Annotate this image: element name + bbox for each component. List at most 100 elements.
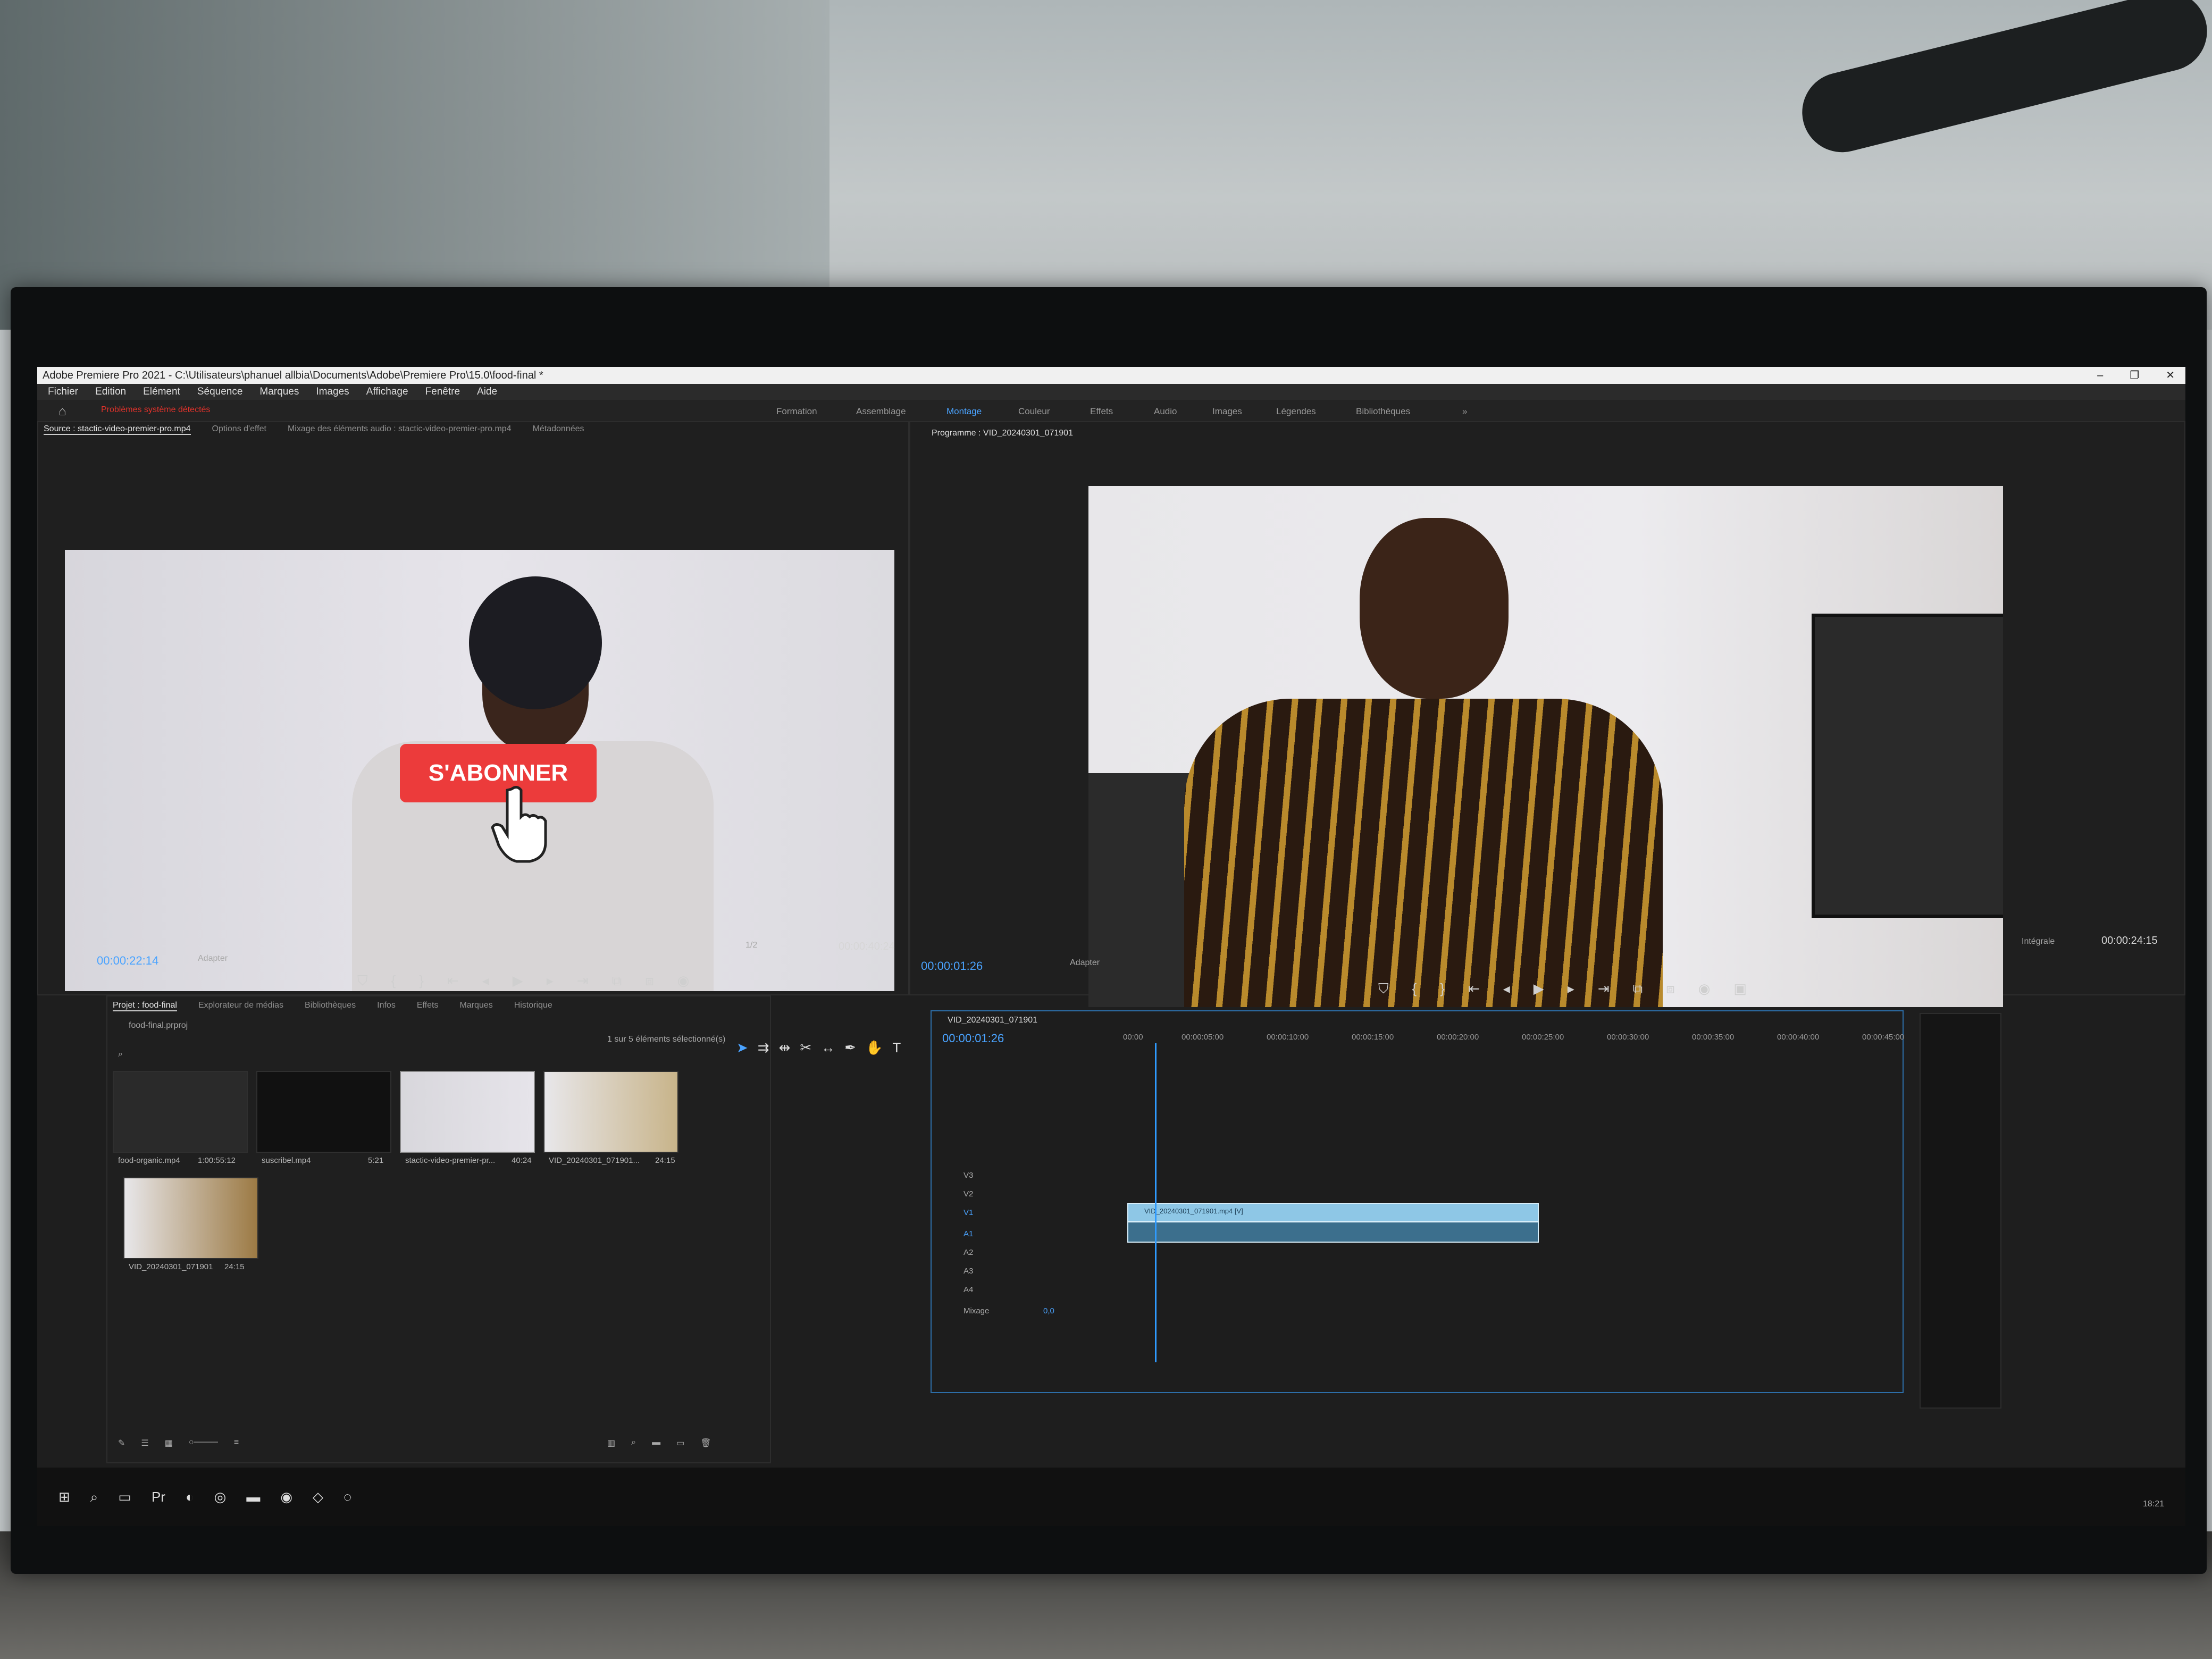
source-resolution-dropdown[interactable]: 1/2 — [745, 941, 757, 950]
workspace-tab-assemblage[interactable]: Assemblage — [856, 406, 906, 417]
menu-marques[interactable]: Marques — [259, 384, 299, 400]
zoom-slider[interactable]: ○──── — [189, 1438, 218, 1448]
close-icon[interactable]: ✕ — [2166, 367, 2175, 384]
tab-media-browser[interactable]: Explorateur de médias — [198, 1001, 283, 1011]
go-to-in-icon[interactable]: ⇤ — [447, 973, 459, 990]
pencil-icon[interactable]: ✎ — [118, 1438, 125, 1448]
system-warning[interactable]: Problèmes système détectés — [101, 405, 210, 415]
workspace-tab-effets[interactable]: Effets — [1090, 406, 1113, 417]
track-v2[interactable]: V2 — [963, 1189, 973, 1199]
menu-element[interactable]: Elément — [143, 384, 180, 400]
vscode-icon[interactable]: ◇ — [313, 1489, 323, 1506]
program-fit-dropdown[interactable]: Adapter — [1070, 958, 1100, 968]
ripple-edit-tool-icon[interactable]: ⇹ — [779, 1040, 791, 1056]
step-back-icon[interactable]: ◂ — [482, 973, 489, 990]
menu-sequence[interactable]: Séquence — [197, 384, 243, 400]
track-a4[interactable]: A4 — [963, 1285, 973, 1294]
tab-source[interactable]: Source : stactic-video-premier-pro.mp4 — [44, 424, 191, 435]
program-marker-icon[interactable]: ⛉ — [1378, 981, 1389, 998]
tab-markers[interactable]: Marques — [459, 1001, 492, 1011]
audio-clip[interactable] — [1127, 1221, 1539, 1243]
minimize-icon[interactable]: – — [2097, 367, 2103, 384]
playhead[interactable] — [1155, 1043, 1157, 1362]
menu-edition[interactable]: Edition — [95, 384, 126, 400]
firefox-icon[interactable]: ◎ — [214, 1489, 227, 1506]
program-go-to-out-icon[interactable]: ⇥ — [1598, 981, 1610, 998]
program-go-to-in-icon[interactable]: ⇤ — [1468, 981, 1480, 998]
tab-metadata[interactable]: Métadonnées — [533, 424, 584, 435]
program-play-icon[interactable]: ▶ — [1534, 981, 1544, 998]
step-forward-icon[interactable]: ▸ — [547, 973, 554, 990]
program-camera-icon[interactable]: ◉ — [1698, 981, 1711, 998]
program-mark-out-icon[interactable]: } — [1440, 981, 1445, 998]
track-a2[interactable]: A2 — [963, 1248, 973, 1257]
tab-effects[interactable]: Effets — [417, 1001, 439, 1011]
automate-icon[interactable]: ▥ — [607, 1438, 615, 1448]
overwrite-icon[interactable]: ⧈ — [645, 973, 654, 990]
tab-info[interactable]: Infos — [377, 1001, 396, 1011]
selection-tool-icon[interactable]: ➤ — [736, 1040, 748, 1056]
workspace-tab-bibliotheques[interactable]: Bibliothèques — [1356, 406, 1410, 417]
go-to-out-icon[interactable]: ⇥ — [577, 973, 589, 990]
tab-libraries[interactable]: Bibliothèques — [305, 1001, 356, 1011]
maximize-icon[interactable]: ❐ — [2130, 367, 2139, 384]
track-v3[interactable]: V3 — [963, 1171, 973, 1180]
task-view-icon[interactable]: ▭ — [118, 1489, 131, 1506]
razor-tool-icon[interactable]: ✂ — [800, 1040, 811, 1056]
list-view-icon[interactable]: ☰ — [141, 1438, 148, 1448]
program-video-frame[interactable] — [1088, 486, 2003, 1007]
play-icon[interactable]: ▶ — [513, 973, 523, 990]
premiere-icon[interactable]: Pr — [152, 1489, 165, 1506]
menu-affichage[interactable]: Affichage — [366, 384, 408, 400]
track-a3[interactable]: A3 — [963, 1267, 973, 1276]
project-item-thumb-selected[interactable] — [400, 1071, 535, 1153]
menu-aide[interactable]: Aide — [477, 384, 497, 400]
project-item-thumb[interactable] — [543, 1071, 678, 1153]
search-icon[interactable]: ⌕ — [90, 1489, 98, 1506]
edge-icon[interactable]: ◐ — [186, 1489, 194, 1506]
project-item-thumb[interactable] — [113, 1071, 248, 1153]
workspace-tab-audio[interactable]: Audio — [1154, 406, 1177, 417]
home-icon[interactable]: ⌂ — [58, 404, 66, 419]
menu-images[interactable]: Images — [316, 384, 349, 400]
program-step-back-icon[interactable]: ◂ — [1503, 981, 1510, 998]
mark-in-icon[interactable]: { — [391, 973, 396, 990]
tab-effect-options[interactable]: Options d'effet — [212, 424, 266, 435]
source-video-frame[interactable]: S'ABONNER — [65, 550, 894, 991]
program-mark-in-icon[interactable]: { — [1412, 981, 1417, 998]
track-select-tool-icon[interactable]: ⇉ — [758, 1040, 769, 1056]
track-v1[interactable]: V1 — [963, 1208, 973, 1217]
workspace-tab-images[interactable]: Images — [1212, 406, 1242, 417]
lift-icon[interactable]: ⧉ — [1633, 981, 1643, 998]
hand-tool-icon[interactable]: ✋ — [866, 1040, 883, 1056]
timeline-timecode[interactable]: 00:00:01:26 — [942, 1032, 1004, 1045]
tab-history[interactable]: Historique — [514, 1001, 552, 1011]
project-item-thumb[interactable] — [123, 1177, 258, 1259]
whatsapp-icon[interactable]: ◌ — [343, 1489, 351, 1506]
icon-view-icon[interactable]: ▦ — [165, 1438, 173, 1448]
camera-icon[interactable]: ◉ — [677, 973, 690, 990]
tab-project[interactable]: Projet : food-final — [113, 1001, 177, 1011]
slip-tool-icon[interactable]: ↔ — [821, 1040, 835, 1056]
workspace-more[interactable]: » — [1462, 406, 1467, 417]
mark-out-icon[interactable]: } — [419, 973, 424, 990]
trash-icon[interactable]: 🗑 — [700, 1438, 711, 1448]
program-quality-dropdown[interactable]: Intégrale — [2022, 937, 2055, 946]
program-timecode-current[interactable]: 00:00:01:26 — [921, 959, 983, 973]
video-clip[interactable]: VID_20240301_071901.mp4 [V] — [1127, 1203, 1539, 1222]
file-explorer-icon[interactable]: ▬ — [246, 1489, 260, 1506]
windows-start-icon[interactable]: ⊞ — [58, 1489, 70, 1506]
new-item-icon[interactable]: ▭ — [676, 1438, 684, 1448]
tab-audio-clip-mixer[interactable]: Mixage des éléments audio : stactic-vide… — [288, 424, 512, 435]
menu-fichier[interactable]: Fichier — [48, 384, 78, 400]
workspace-tab-formation[interactable]: Formation — [776, 406, 817, 417]
workspace-tab-legendes[interactable]: Légendes — [1276, 406, 1316, 417]
track-a1[interactable]: A1 — [963, 1229, 973, 1238]
pen-tool-icon[interactable]: ✒ — [844, 1040, 856, 1056]
time-ruler[interactable]: 00:00 00:00:05:00 00:00:10:00 00:00:15:0… — [1123, 1033, 1904, 1054]
type-tool-icon[interactable]: T — [892, 1040, 901, 1056]
extract-icon[interactable]: ⧈ — [1666, 981, 1675, 998]
marker-icon[interactable]: ⛉ — [357, 973, 368, 990]
workspace-tab-montage[interactable]: Montage — [946, 406, 982, 417]
menu-fenetre[interactable]: Fenêtre — [425, 384, 460, 400]
